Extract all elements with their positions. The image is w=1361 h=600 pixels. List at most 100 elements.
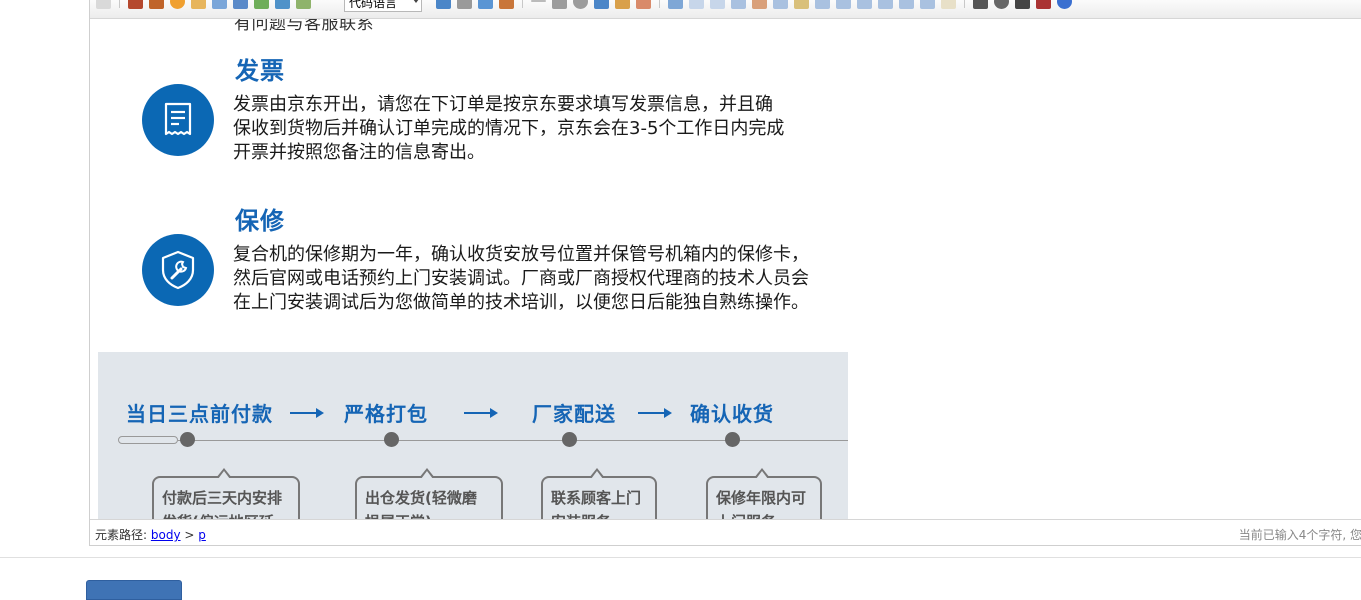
insert-table-icon[interactable] — [668, 0, 683, 9]
delete-row-icon[interactable] — [752, 0, 767, 9]
flow-note-line: 出仓发货(轻微磨 — [365, 489, 477, 507]
warranty-line-2: 然后官网或电话预约上门安装调试。厂商或厂商授权代理商的技术人员会 — [233, 268, 809, 289]
editor-toolbar: 代码语言 — [90, 0, 1361, 19]
arrow-right-icon — [638, 408, 672, 418]
divider — [0, 557, 1361, 558]
element-path-label: 元素路径: — [95, 528, 148, 542]
timeline-line — [178, 440, 848, 441]
flow-note-line: 联系顾客上门 — [551, 489, 642, 507]
invoice-text: 发票由京东开出，请您在下订单是按京东要求填写发票信息，并且确 保收到货物后并确认… — [233, 93, 784, 165]
image-icon[interactable] — [128, 0, 143, 9]
flow-step-packing: 严格打包 — [344, 402, 428, 426]
flow-note-line: 损属正常) — [365, 510, 495, 519]
emoji-icon[interactable] — [170, 0, 185, 9]
preview-icon[interactable] — [636, 0, 651, 9]
link-icon[interactable] — [233, 0, 248, 9]
merge-down-icon[interactable] — [857, 0, 872, 9]
flow-note-line: 发货(偏远地区延 — [162, 510, 292, 519]
flow-note-line: 付款后三天内安排 — [162, 489, 283, 507]
content-body: 有问题与客服联系 发票 发票由京东开出，请您在下订单是按京东要求填写发票信息，并… — [90, 19, 850, 519]
info-icon[interactable] — [1057, 0, 1072, 9]
frame-icon[interactable] — [296, 0, 311, 9]
arrow-right-icon — [464, 408, 498, 418]
word-count: 当前已输入4个字符, 您 — [1238, 528, 1361, 542]
warranty-text: 复合机的保修期为一年，确认收货安放号位置并保管号机箱内的保修卡， 然后官网或电话… — [233, 243, 809, 315]
background-icon[interactable] — [478, 0, 493, 9]
horizontal-rule-icon[interactable] — [531, 0, 546, 2]
delete-table-icon[interactable] — [689, 0, 704, 9]
toolbar-separator — [522, 0, 523, 8]
split-cells-icon[interactable] — [878, 0, 893, 9]
flow-note-receipt: 保修年限内可 上门服务 — [706, 468, 822, 519]
flow-note-delivery: 联系顾客上门 安装服务 — [541, 468, 657, 519]
order-flow-panel: 当日三点前付款 严格打包 厂家配送 确认收货 付款后三天内安排 发货(偏远地区延 — [98, 352, 848, 519]
chevron-down-icon — [413, 0, 419, 3]
insert-col-icon[interactable] — [773, 0, 788, 9]
special-chars-icon[interactable] — [594, 0, 609, 9]
flow-note-payment: 付款后三天内安排 发货(偏远地区延 — [152, 468, 300, 519]
flow-note-line: 保修年限内可 — [716, 489, 807, 507]
wordimage-icon[interactable] — [615, 0, 630, 9]
timeline-rail — [118, 436, 178, 444]
path-link-p[interactable]: p — [198, 528, 206, 542]
paragraph-icon[interactable] — [96, 0, 111, 9]
map-icon[interactable] — [254, 0, 269, 9]
editor-statusbar: 元素路径: body > p 当前已输入4个字符, 您 — [90, 519, 1361, 545]
flow-note-line: 上门服务 — [716, 510, 814, 519]
timeline-dot — [180, 432, 195, 447]
partial-text-line: 有问题与客服联系 — [234, 19, 374, 34]
bubble-tip — [754, 468, 770, 479]
element-path: 元素路径: body > p — [95, 526, 206, 543]
arrow-right-icon — [290, 408, 324, 418]
snapscreen-icon[interactable] — [499, 0, 514, 9]
drafts-icon[interactable] — [1015, 0, 1030, 9]
insert-row-icon[interactable] — [731, 0, 746, 9]
split-rows-icon[interactable] — [899, 0, 914, 9]
rich-text-editor: 代码语言 有问题与客服联系 发票 发票由京东开出，请您在下订单是按京东要求填写发… — [89, 0, 1361, 546]
delete-col-icon[interactable] — [794, 0, 809, 9]
warranty-title: 保修 — [235, 207, 285, 235]
invoice-title: 发票 — [235, 57, 285, 85]
timeline-dot — [725, 432, 740, 447]
timeline-dot — [384, 432, 399, 447]
toolbar-separator — [119, 0, 120, 8]
help-icon[interactable] — [1036, 0, 1051, 9]
warranty-line-3: 在上门安装调试后为您做简单的技术培训，以便您日后能独自熟练操作。 — [233, 292, 809, 313]
print-icon[interactable] — [973, 0, 988, 9]
flow-note-line: 安装服务 — [551, 510, 649, 519]
charts-icon[interactable] — [941, 0, 956, 9]
toolbar-separator — [964, 0, 965, 8]
flow-step-delivery: 厂家配送 — [532, 402, 616, 426]
insert-paragraph-before-table-icon[interactable] — [710, 0, 725, 9]
path-link-body[interactable]: body — [151, 528, 181, 542]
bubble-tip — [419, 468, 435, 479]
date-icon[interactable] — [552, 0, 567, 9]
split-cols-icon[interactable] — [920, 0, 935, 9]
template-icon[interactable] — [457, 0, 472, 9]
invoice-line-3: 开票并按照您备注的信息寄出。 — [233, 142, 485, 163]
warranty-line-1: 复合机的保修期为一年，确认收货安放号位置并保管号机箱内的保修卡， — [233, 244, 809, 265]
code-language-value: 代码语言 — [349, 0, 398, 10]
attachment-icon[interactable] — [212, 0, 227, 9]
toolbar-icon-row — [90, 0, 311, 9]
invoice-line-2: 保收到货物后并确认订单完成的情况下，京东会在3-5个工作日内完成 — [233, 118, 785, 139]
invoice-line-1: 发票由京东开出，请您在下订单是按京东要求填写发票信息，并且确 — [233, 94, 773, 115]
merge-right-icon[interactable] — [836, 0, 851, 9]
receipt-icon — [142, 84, 214, 156]
search-replace-icon[interactable] — [994, 0, 1009, 9]
flow-note-packing: 出仓发货(轻微磨 损属正常) — [355, 468, 503, 519]
editor-content[interactable]: 有问题与客服联系 发票 发票由京东开出，请您在下订单是按京东要求填写发票信息，并… — [90, 19, 1361, 519]
bubble-tip — [216, 468, 232, 479]
submit-button[interactable] — [86, 580, 182, 600]
scrawl-icon[interactable] — [191, 0, 206, 9]
merge-cells-icon[interactable] — [815, 0, 830, 9]
pagebreak-icon[interactable] — [436, 0, 451, 9]
bubble-tip — [589, 468, 605, 479]
timeline-dot — [562, 432, 577, 447]
gmap-icon[interactable] — [275, 0, 290, 9]
code-language-select[interactable]: 代码语言 — [344, 0, 422, 12]
multi-image-icon[interactable] — [149, 0, 164, 9]
flow-step-payment: 当日三点前付款 — [126, 402, 273, 426]
time-icon[interactable] — [573, 0, 588, 9]
toolbar-separator — [659, 0, 660, 8]
